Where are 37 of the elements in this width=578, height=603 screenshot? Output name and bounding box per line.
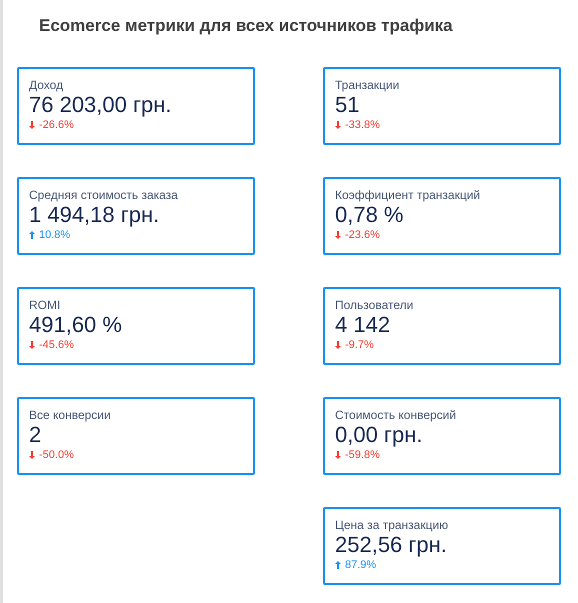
metric-label: Цена за транзакцию: [335, 517, 450, 533]
change-percent: 87.9%: [345, 558, 376, 573]
up-arrow-icon: [29, 231, 35, 239]
metric-label: Доход: [29, 77, 64, 93]
change-percent: -23.6%: [345, 228, 380, 243]
change-percent: -9.7%: [345, 338, 374, 353]
metric-value: 76 203,00 грн.: [29, 93, 173, 117]
metric-value: 4 142: [335, 313, 392, 337]
up-arrow-icon: [335, 561, 341, 569]
change-percent: 10.8%: [39, 228, 70, 243]
metric-value: 51: [335, 93, 360, 117]
metric-label: Стоимость конверсий: [335, 407, 458, 423]
down-arrow-icon: [335, 121, 341, 129]
change-percent: -50.0%: [39, 448, 74, 463]
change-percent: -26.6%: [39, 118, 74, 133]
metric-label: Все конверсии: [29, 407, 112, 423]
metric-value: 252,56 грн.: [335, 533, 448, 557]
down-arrow-icon: [335, 341, 341, 349]
metric-value: 2: [29, 423, 42, 447]
down-arrow-icon: [335, 451, 341, 459]
metric-label: Средняя стоимость заказа: [29, 187, 179, 203]
metric-label: ROMI: [29, 297, 62, 313]
metric-label: Пользователи: [335, 297, 414, 313]
metric-value: 0,00 грн.: [335, 423, 424, 447]
section-title: Ecomerce метрики для всех источников трафика: [38, 15, 454, 37]
change-percent: -45.6%: [39, 338, 74, 353]
metric-value: 491,60 %: [29, 313, 123, 337]
change-percent: -59.8%: [345, 448, 380, 463]
down-arrow-icon: [29, 121, 35, 129]
metric-value: 0,78 %: [335, 203, 404, 227]
metric-label: Коэффициент транзакций: [335, 187, 482, 203]
change-percent: -33.8%: [345, 118, 380, 133]
metric-value: 1 494,18 грн.: [29, 203, 160, 227]
down-arrow-icon: [29, 341, 35, 349]
down-arrow-icon: [335, 231, 341, 239]
down-arrow-icon: [29, 451, 35, 459]
metric-label: Транзакции: [335, 77, 400, 93]
